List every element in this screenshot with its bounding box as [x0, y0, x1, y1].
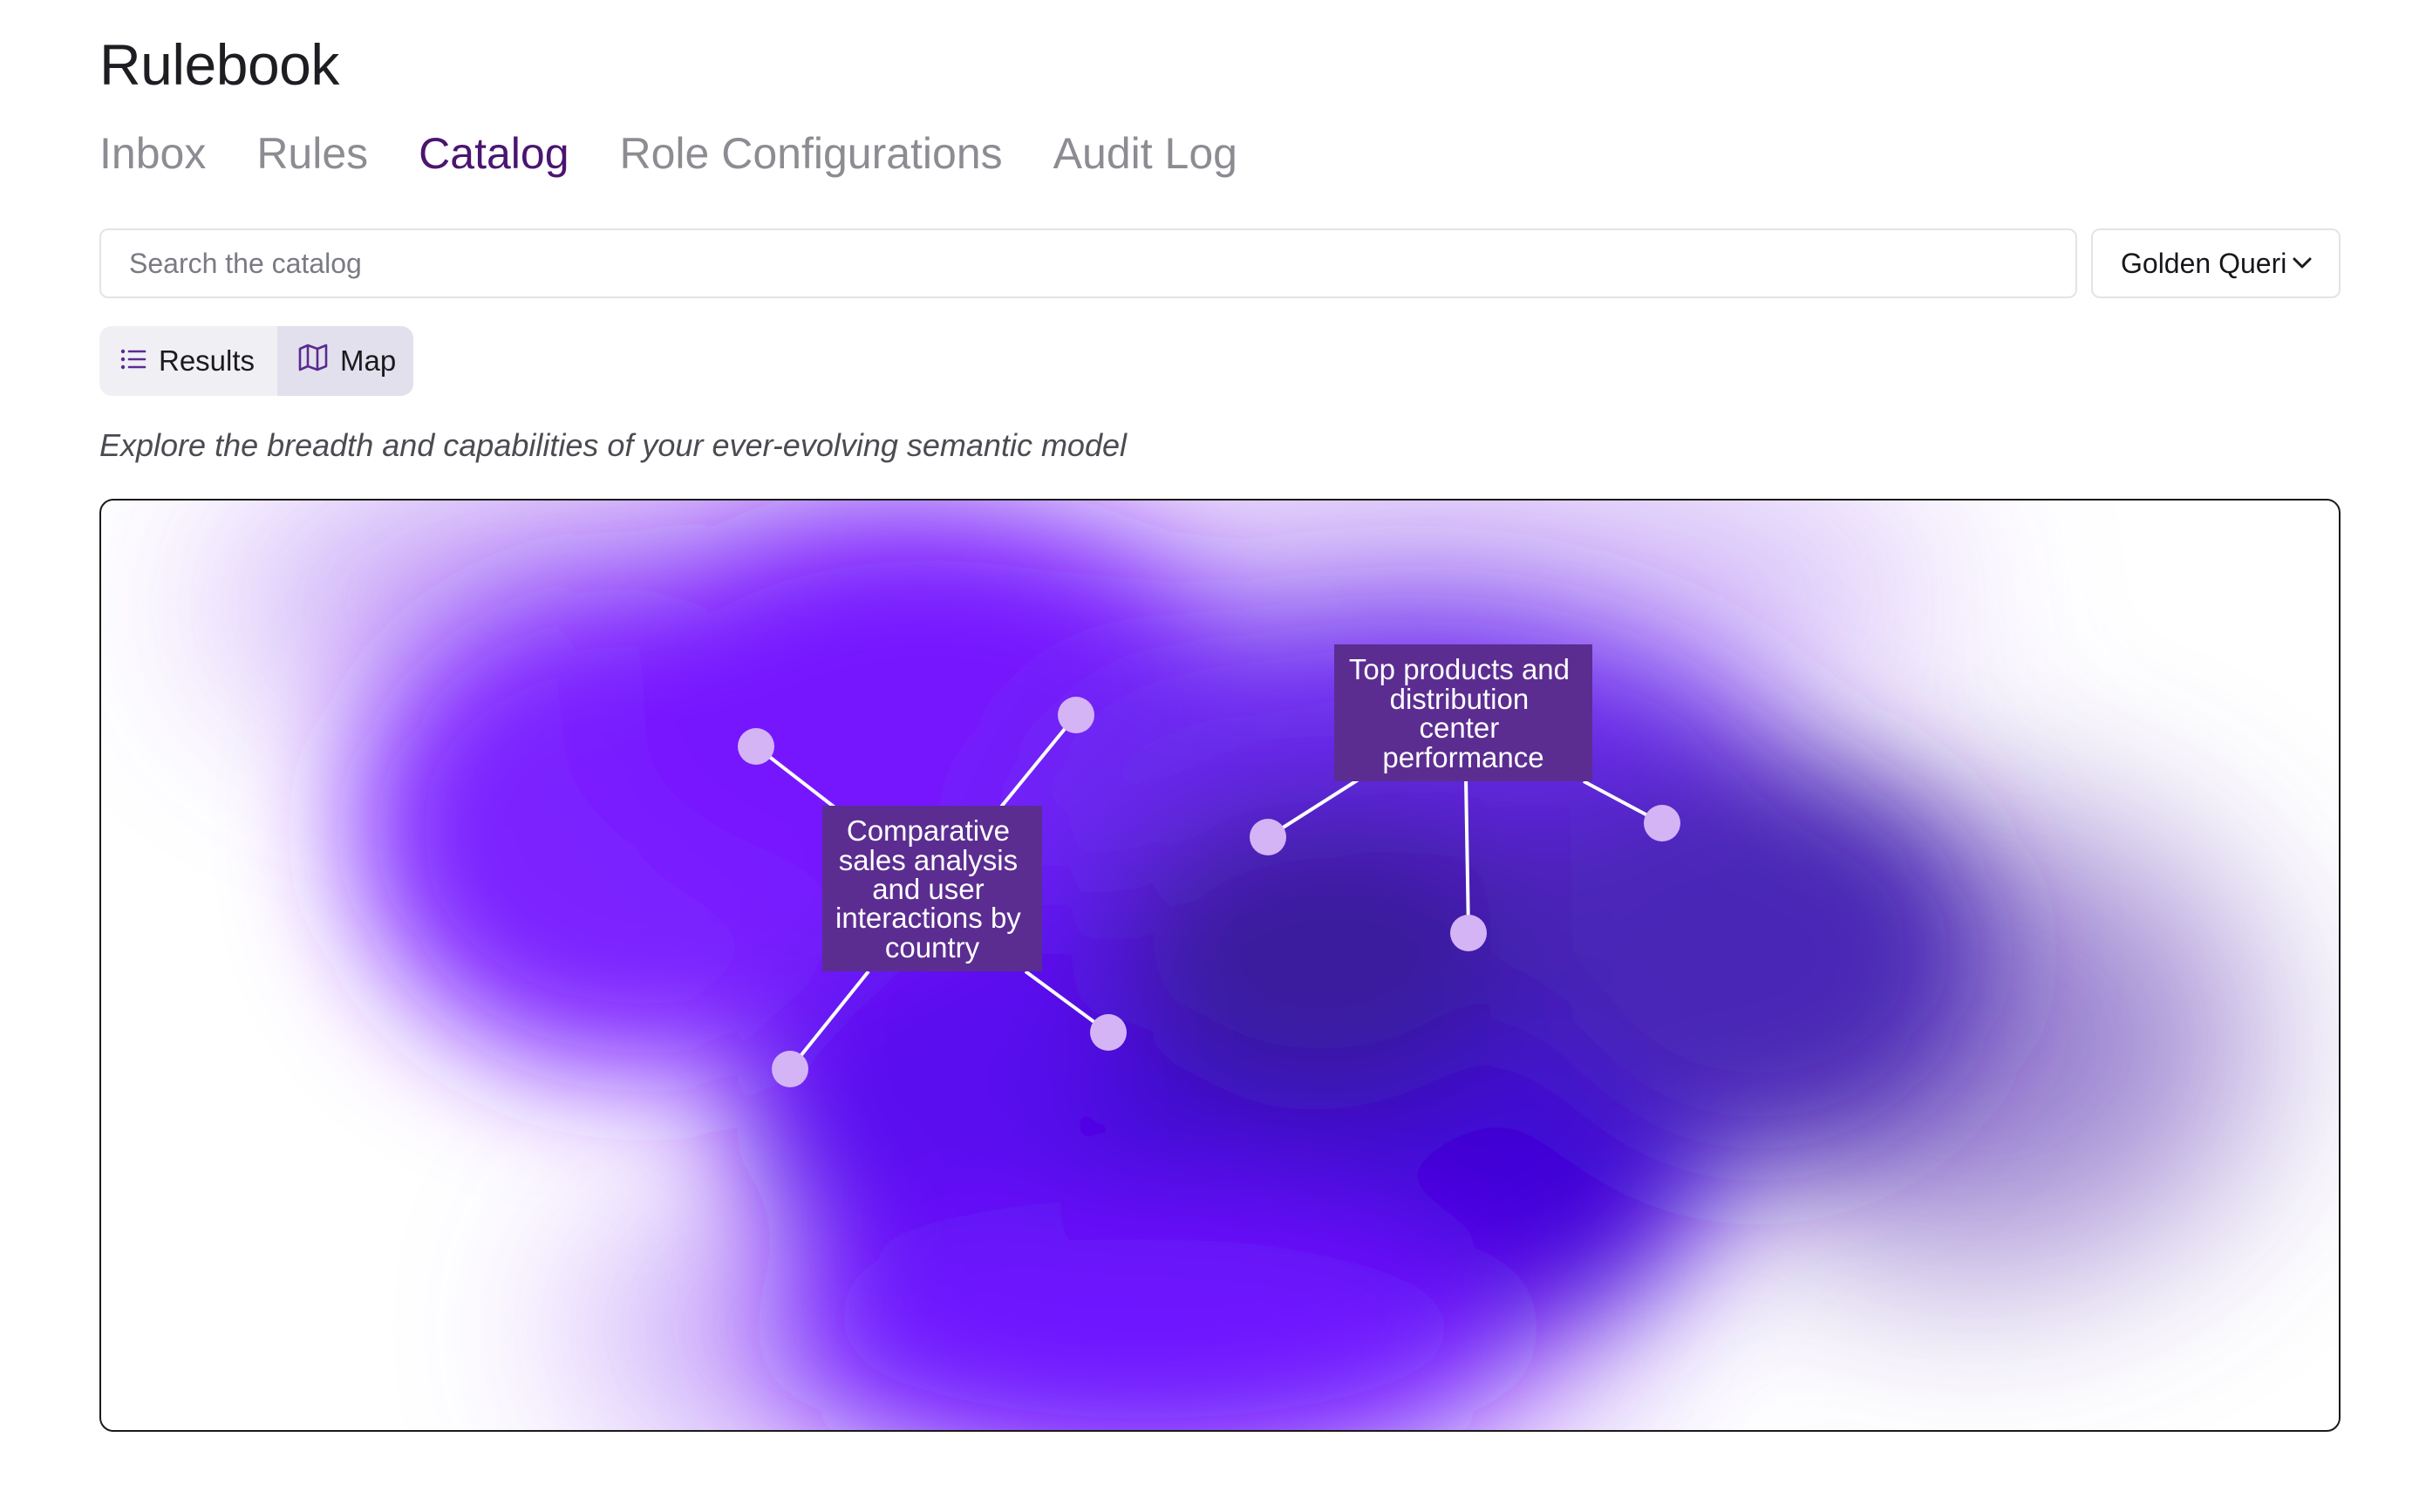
cluster-1-node[interactable]: [772, 1051, 808, 1087]
page: Rulebook Inbox Rules Catalog Role Config…: [0, 0, 2419, 1512]
cluster-2-node[interactable]: [1250, 819, 1286, 855]
tab-inbox[interactable]: Inbox: [99, 126, 206, 181]
tab-rules[interactable]: Rules: [256, 126, 368, 181]
tab-catalog[interactable]: Catalog: [419, 126, 569, 181]
query-type-select[interactable]: Golden Queries: [2091, 228, 2341, 298]
list-icon: [120, 344, 147, 378]
map-subtitle: Explore the breadth and capabilities of …: [99, 427, 1127, 463]
semantic-map[interactable]: Comparative sales analysis and user inte…: [99, 499, 2341, 1432]
cluster-1-node[interactable]: [1058, 697, 1094, 733]
chevron-down-icon: [2290, 251, 2314, 276]
app-title: Rulebook: [99, 32, 339, 97]
cluster-1-node[interactable]: [738, 728, 774, 765]
results-view-label: Results: [159, 344, 256, 377]
map-icon: [298, 344, 328, 378]
view-toggle: Results Map: [99, 326, 413, 396]
density-cloud: [223, 501, 2255, 1430]
semantic-map-canvas[interactable]: Comparative sales analysis and user inte…: [101, 501, 2339, 1430]
map-view-button[interactable]: Map: [277, 326, 413, 396]
cluster-2-node[interactable]: [1450, 915, 1487, 951]
tab-role-configurations[interactable]: Role Configurations: [620, 126, 1003, 181]
cluster-1-node[interactable]: [1090, 1014, 1127, 1051]
query-type-select-value: Golden Queries: [2121, 247, 2286, 279]
tab-audit-log[interactable]: Audit Log: [1053, 126, 1237, 181]
results-view-button[interactable]: Results: [99, 326, 277, 396]
map-view-label: Map: [340, 344, 397, 377]
main-tabs: Inbox Rules Catalog Role Configurations …: [99, 126, 1237, 181]
cluster-2-node[interactable]: [1644, 805, 1680, 841]
catalog-search-input[interactable]: [99, 228, 2077, 298]
